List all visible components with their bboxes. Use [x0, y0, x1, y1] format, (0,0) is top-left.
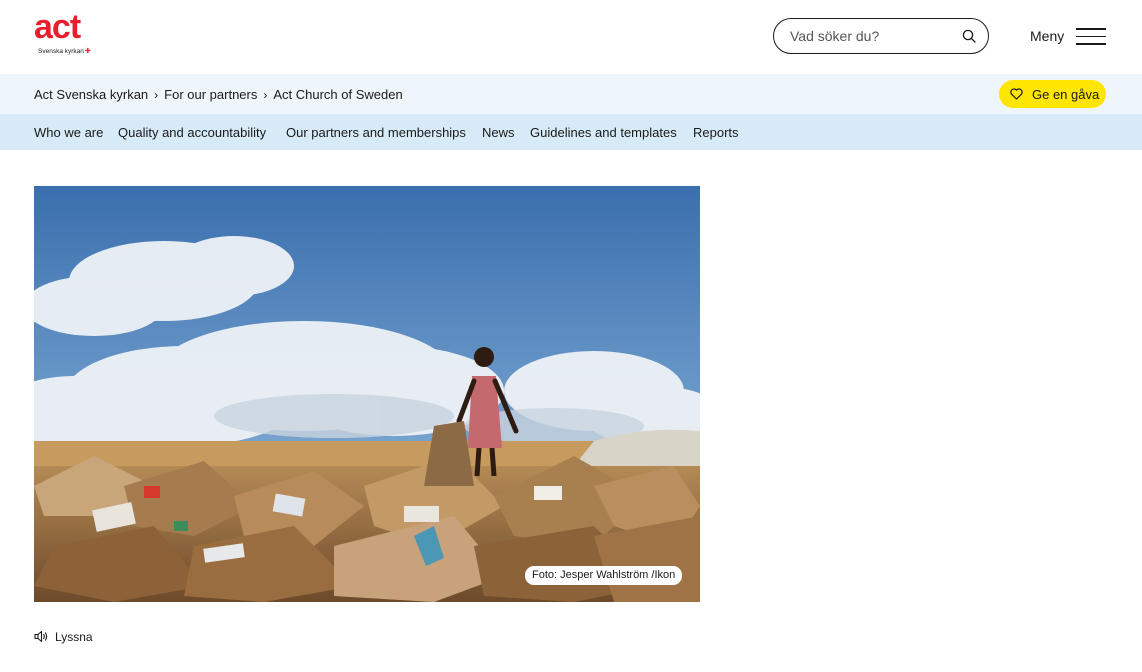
section-nav: Who we are Quality and accountability Ou… — [0, 114, 1142, 150]
nav-item-guidelines-and-templates[interactable]: Guidelines and templates — [530, 125, 677, 140]
nav-item-who-we-are[interactable]: Who we are — [34, 125, 103, 140]
heart-icon — [1010, 88, 1023, 100]
breadcrumb-separator: › — [154, 88, 159, 102]
listen-label: Lyssna — [55, 630, 93, 644]
speaker-icon — [34, 630, 48, 643]
nav-item-partners-and-memberships[interactable]: Our partners and memberships — [286, 125, 466, 140]
act-svenska-kyrkan-logo[interactable]: act Svenska kyrkan✚ — [34, 10, 100, 58]
breadcrumb-bar: Act Svenska kyrkan › For our partners › Act … — [0, 74, 1142, 114]
menu-button[interactable]: Meny — [1030, 24, 1110, 48]
breadcrumb: Act Svenska kyrkan › For our partners › Act … — [34, 87, 403, 102]
breadcrumb-item-act-church-of-sweden[interactable]: Act Church of Sweden — [273, 87, 402, 102]
site-header: act Svenska kyrkan✚ Meny — [0, 0, 1142, 74]
menu-label: Meny — [1030, 28, 1065, 44]
hero-photo-illustration — [34, 186, 700, 602]
breadcrumb-item-act-svenska-kyrkan[interactable]: Act Svenska kyrkan — [34, 87, 148, 102]
donate-button[interactable]: Ge en gåva — [999, 80, 1106, 108]
logo-wordmark: act — [34, 8, 81, 46]
nav-item-news[interactable]: News — [482, 125, 515, 140]
breadcrumb-separator: › — [263, 88, 268, 102]
search-icon[interactable] — [962, 29, 976, 43]
cross-icon: ✚ — [84, 48, 91, 55]
breadcrumb-item-for-our-partners[interactable]: For our partners — [164, 87, 257, 102]
logo-subtext: Svenska kyrkan✚ — [38, 48, 91, 55]
nav-item-reports[interactable]: Reports — [693, 125, 739, 140]
hamburger-icon — [1076, 28, 1106, 45]
search-box[interactable] — [773, 18, 989, 54]
nav-item-quality-and-accountability[interactable]: Quality and accountability — [118, 125, 266, 140]
listen-button[interactable]: Lyssna — [34, 628, 114, 646]
search-input[interactable] — [790, 26, 950, 46]
photo-credit: Foto: Jesper Wahlström /Ikon — [525, 566, 683, 585]
donate-button-label: Ge en gåva — [1032, 87, 1100, 102]
hero-image — [34, 186, 700, 602]
